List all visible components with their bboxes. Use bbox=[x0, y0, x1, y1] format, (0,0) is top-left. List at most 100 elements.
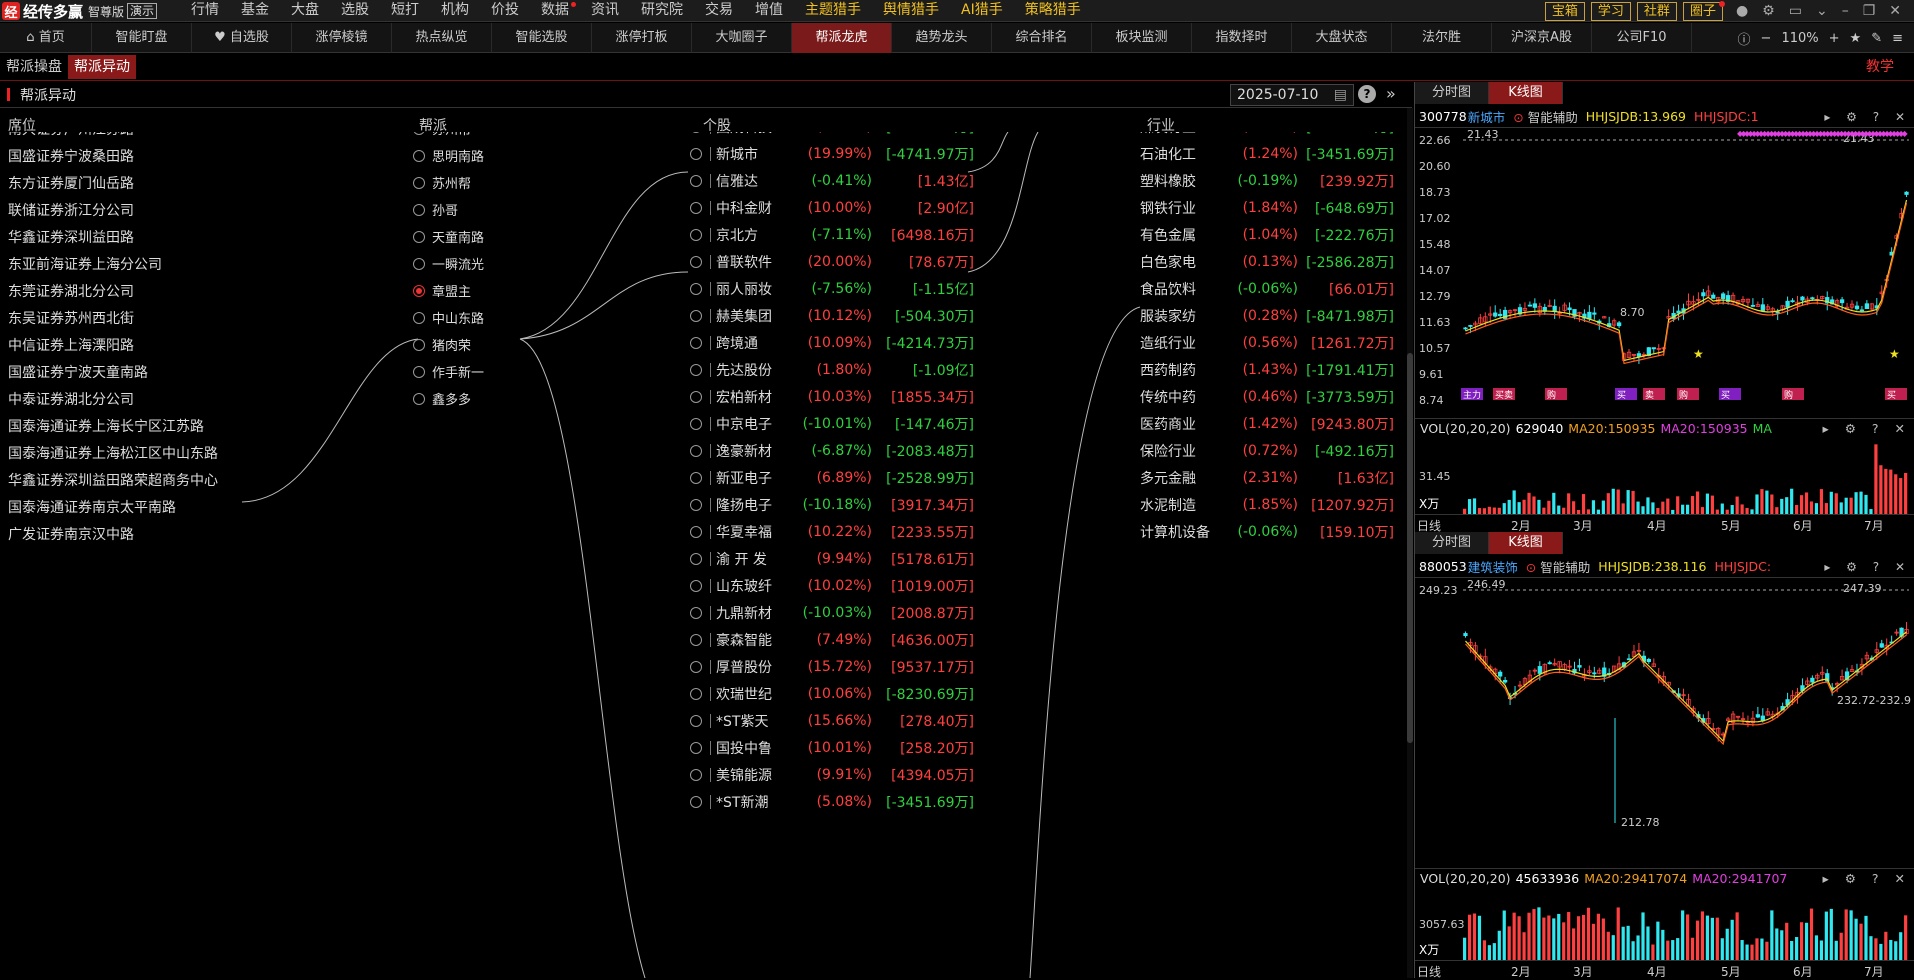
menu-item-11[interactable]: 增值 bbox=[744, 0, 794, 22]
zoom-out-icon[interactable]: − bbox=[1761, 31, 1772, 46]
stock-item[interactable]: 新亚电子 (6.89%) [-2528.99万] bbox=[690, 468, 974, 488]
seat-item[interactable]: 国泰海通证券南京太平南路 bbox=[8, 497, 176, 517]
stock-radio[interactable] bbox=[690, 175, 702, 187]
stock-radio[interactable] bbox=[690, 445, 702, 457]
stock-item[interactable]: 厚普股份 (15.72%) [9537.17万] bbox=[690, 657, 974, 677]
stock-radio[interactable] bbox=[690, 634, 702, 646]
stock-radio[interactable] bbox=[690, 229, 702, 241]
tab-13[interactable]: 大盘状态 bbox=[1292, 23, 1392, 53]
industry-item[interactable]: 钢铁行业 (1.84%) [-648.69万] bbox=[1140, 198, 1394, 218]
faction-radio[interactable] bbox=[413, 257, 425, 270]
faction-item[interactable]: 作手新一 bbox=[413, 362, 484, 381]
seat-item[interactable]: 东方证券厦门仙岳路 bbox=[8, 173, 134, 193]
menu-item-7[interactable]: 数据 bbox=[530, 0, 580, 22]
stock-item[interactable]: 新城市 (19.99%) [-4741.97万] bbox=[690, 144, 974, 164]
stock-radio[interactable] bbox=[690, 553, 702, 565]
top-box-0[interactable]: 宝箱 bbox=[1544, 1, 1585, 21]
chart1-vol-icons[interactable]: ▸ ⚙ ? ✕ bbox=[1822, 421, 1911, 436]
tab-3[interactable]: 涨停棱镜 bbox=[292, 23, 392, 53]
industry-item[interactable]: 计算机设备 (-0.06%) [159.10万] bbox=[1140, 522, 1394, 542]
seat-item[interactable]: 国泰海通证券上海长宁区江苏路 bbox=[8, 416, 204, 436]
menu-item-4[interactable]: 短打 bbox=[380, 0, 430, 22]
menu-item-0[interactable]: 行情 bbox=[180, 0, 230, 22]
demo-badge[interactable]: 演示 bbox=[127, 3, 158, 19]
sub-tab-0[interactable]: 帮派操盘 bbox=[0, 55, 68, 79]
tab-4[interactable]: 热点纵览 bbox=[392, 23, 492, 53]
stock-item[interactable]: 美锦能源 (9.91%) [4394.05万] bbox=[690, 765, 974, 785]
chart2-name[interactable]: 建筑装饰 bbox=[1468, 557, 1518, 576]
tab-6[interactable]: 涨停打板 bbox=[592, 23, 692, 53]
industry-item[interactable]: 西药制药 (1.43%) [-1791.41万] bbox=[1140, 360, 1394, 380]
stock-item[interactable]: 山东玻纤 (10.02%) [1019.00万] bbox=[690, 576, 974, 596]
chart2-tab-kline[interactable]: K线图 bbox=[1489, 532, 1563, 554]
stock-item[interactable]: 九鼎新材 (-10.03%) [2008.87万] bbox=[690, 603, 974, 623]
chart1-icons[interactable]: ▸ ⚙ ? ✕ bbox=[1824, 106, 1911, 127]
industry-item[interactable]: 煤炭行业(1.01%)[-1594.09万] bbox=[1140, 132, 1394, 137]
industry-item[interactable]: 水泥制造 (1.85%) [1207.92万] bbox=[1140, 495, 1394, 515]
chart1-kline[interactable]: 22.66 20.60 18.73 17.02 15.48 14.07 12.79 11.63… bbox=[1415, 128, 1914, 418]
stock-item[interactable]: 欢瑞世纪 (10.06%) [-8230.69万] bbox=[690, 684, 974, 704]
faction-item[interactable]: 猪肉荣 bbox=[413, 335, 471, 354]
industry-item[interactable]: 服装家纺 (0.28%) [-8471.98万] bbox=[1140, 306, 1394, 326]
industry-item[interactable]: 传统中药 (0.46%) [-3773.59万] bbox=[1140, 387, 1394, 407]
window-icon[interactable]: ▭ bbox=[1789, 3, 1802, 19]
chart1-name[interactable]: 新城市 bbox=[1468, 107, 1506, 126]
seat-item[interactable]: 国盛证券宁波桑田路 bbox=[8, 146, 134, 166]
tab-7[interactable]: 大咖圈子 bbox=[692, 23, 792, 53]
industry-item[interactable]: 医药商业 (1.42%) [9243.80万] bbox=[1140, 414, 1394, 434]
stock-radio[interactable] bbox=[690, 796, 702, 808]
menu-item-13[interactable]: 舆情猎手 bbox=[872, 0, 950, 22]
industry-item[interactable]: 保险行业 (0.72%) [-492.16万] bbox=[1140, 441, 1394, 461]
faction-radio[interactable] bbox=[413, 365, 425, 378]
tab-11[interactable]: 板块监测 bbox=[1092, 23, 1192, 53]
seat-item[interactable]: 联储证券浙江分公司 bbox=[8, 200, 134, 220]
faction-radio[interactable] bbox=[413, 311, 425, 324]
seat-item[interactable]: 华鑫证券深圳益田路 bbox=[8, 227, 134, 247]
stock-radio[interactable] bbox=[690, 715, 702, 727]
industry-item[interactable]: 多元金融 (2.31%) [1.63亿] bbox=[1140, 468, 1394, 488]
tab-10[interactable]: 综合排名 bbox=[992, 23, 1092, 53]
calendar-icon[interactable]: ▤ bbox=[1334, 85, 1347, 105]
stock-radio[interactable] bbox=[690, 580, 702, 592]
menu-item-6[interactable]: 价投 bbox=[480, 0, 530, 22]
stock-radio[interactable] bbox=[690, 364, 702, 376]
menu-item-2[interactable]: 大盘 bbox=[280, 0, 330, 22]
seat-item[interactable]: 中泰证券湖北分公司 bbox=[8, 389, 134, 409]
stock-item[interactable]: 赫美集团 (10.12%) [-504.30万] bbox=[690, 306, 974, 326]
seat-item[interactable]: 国泰海通证券上海松江区中山东路 bbox=[8, 443, 218, 463]
menu-item-3[interactable]: 选股 bbox=[330, 0, 380, 22]
stock-radio[interactable] bbox=[690, 132, 702, 133]
stock-radio[interactable] bbox=[690, 310, 702, 322]
industry-item[interactable]: 石油化工 (1.24%) [-3451.69万] bbox=[1140, 144, 1394, 164]
faction-item[interactable]: 章盟主 bbox=[413, 281, 471, 300]
top-box-1[interactable]: 学习 bbox=[1590, 1, 1631, 21]
industry-item[interactable]: 食品饮料 (-0.06%) [66.01万] bbox=[1140, 279, 1394, 299]
stock-item[interactable]: 中京电子 (-10.01%) [-147.46万] bbox=[690, 414, 974, 434]
stock-radio[interactable] bbox=[690, 418, 702, 430]
chart1-aux[interactable]: ⊙ 智能辅助 bbox=[1513, 107, 1577, 126]
faction-radio[interactable] bbox=[413, 203, 425, 216]
stock-radio[interactable] bbox=[690, 526, 702, 538]
close-icon[interactable]: ✕ bbox=[1889, 3, 1901, 19]
menu-item-5[interactable]: 机构 bbox=[430, 0, 480, 22]
user-icon[interactable]: ● bbox=[1736, 3, 1748, 19]
sub-tab-1[interactable]: 帮派异动 bbox=[68, 55, 136, 79]
faction-item[interactable]: 鑫多多 bbox=[413, 389, 471, 408]
faction-item[interactable]: 天童南路 bbox=[413, 227, 484, 246]
stock-radio[interactable] bbox=[690, 688, 702, 700]
stock-radio[interactable] bbox=[690, 742, 702, 754]
expand-icon[interactable]: » bbox=[1386, 84, 1396, 103]
stock-item[interactable]: 宏柏新材 (10.03%) [1855.34万] bbox=[690, 387, 974, 407]
tab-15[interactable]: 沪深京A股 bbox=[1492, 23, 1592, 53]
faction-item[interactable]: 孙哥 bbox=[413, 200, 458, 219]
chart1-tab-kline[interactable]: K线图 bbox=[1489, 82, 1563, 104]
stock-radio[interactable] bbox=[690, 472, 702, 484]
stock-item[interactable]: *ST紫天 (15.66%) [278.40万] bbox=[690, 711, 974, 731]
chart1-volume[interactable]: 31.45 X万 bbox=[1415, 438, 1914, 514]
faction-radio[interactable] bbox=[413, 149, 425, 162]
scrollbar-thumb[interactable] bbox=[1407, 353, 1413, 743]
seat-item[interactable]: 中信证券上海溧阳路 bbox=[8, 335, 134, 355]
zoom-in-icon[interactable]: + bbox=[1829, 31, 1840, 46]
faction-item[interactable]: 中山东路 bbox=[413, 308, 484, 327]
chart2-volume[interactable]: 3057.63 X万 bbox=[1415, 888, 1914, 960]
